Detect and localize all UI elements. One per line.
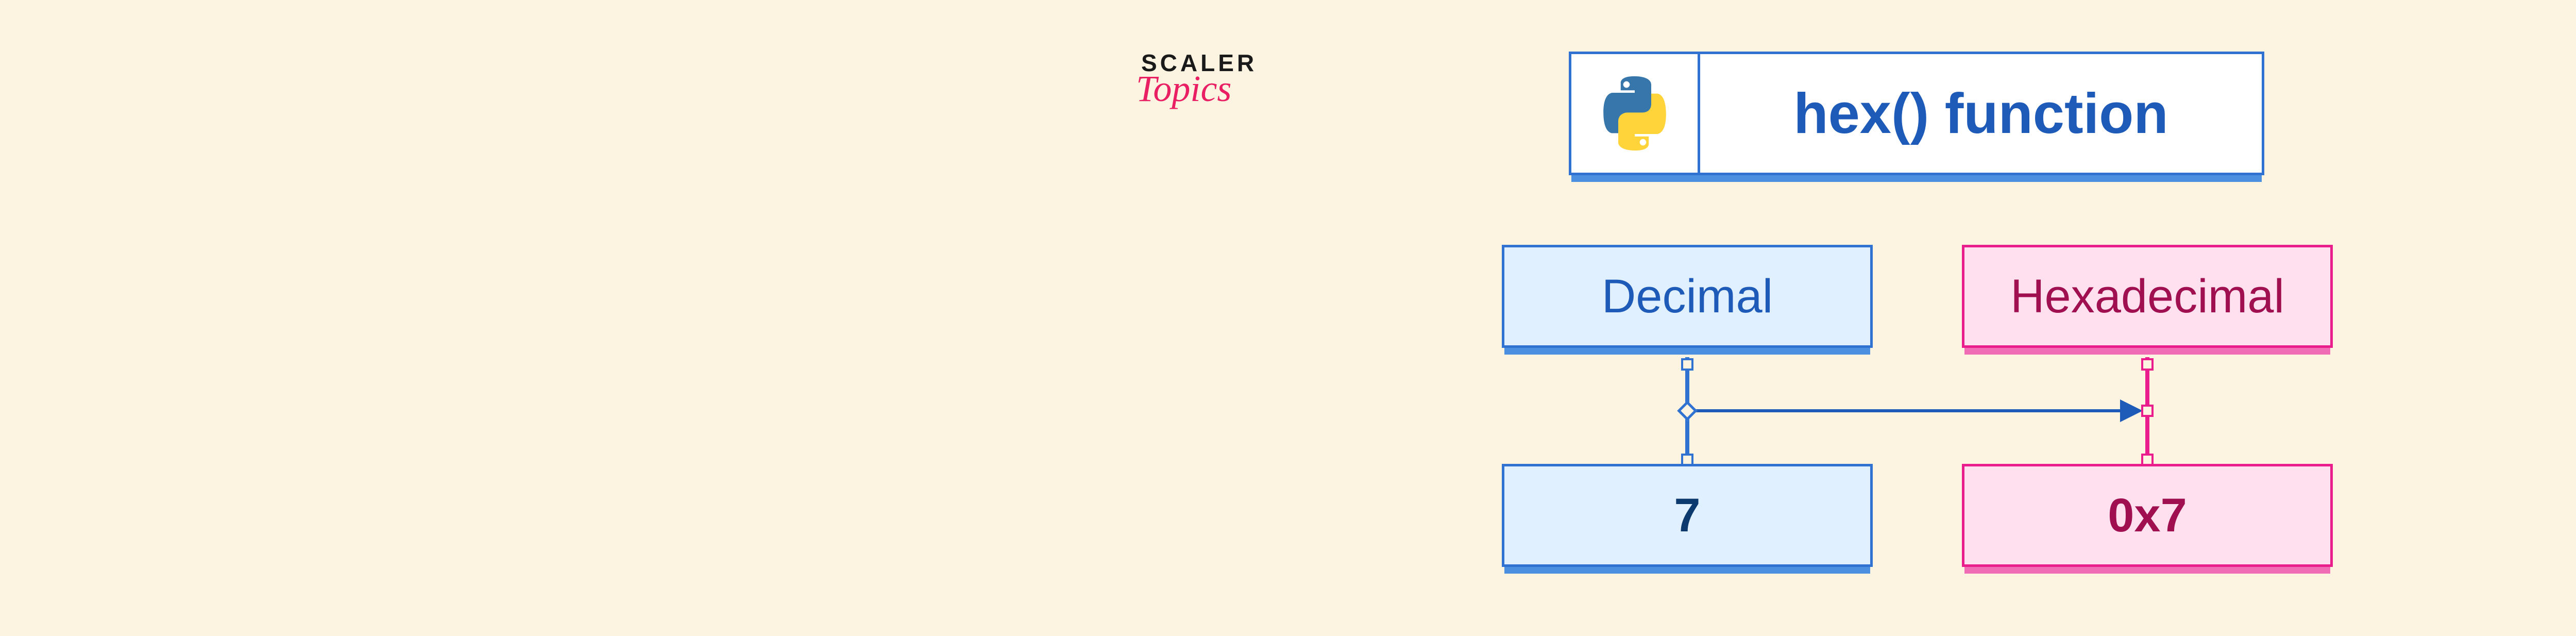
hex-value-text: 0x7 — [2108, 489, 2187, 543]
hex-label-text: Hexadecimal — [2010, 270, 2284, 324]
connector-diamond-icon — [1677, 400, 1698, 421]
arrow-line — [1694, 409, 2126, 412]
hex-label-box: Hexadecimal — [1962, 245, 2333, 348]
decimal-label-text: Decimal — [1602, 270, 1773, 324]
header-title: hex() function — [1700, 81, 2262, 146]
arrow-head-icon — [2120, 399, 2143, 422]
header-box: hex() function — [1569, 52, 2264, 175]
connector-node-icon — [2141, 358, 2154, 371]
connector-node-icon — [2141, 454, 2154, 466]
decimal-value-text: 7 — [1674, 489, 1700, 543]
connector-node-icon — [1681, 454, 1693, 466]
connector-node-icon — [1681, 358, 1693, 371]
scaler-topics-logo: SCALER Topics — [1141, 49, 1257, 110]
python-logo-container — [1571, 54, 1700, 173]
decimal-label-box: Decimal — [1502, 245, 1873, 348]
python-logo-icon — [1594, 72, 1676, 155]
hex-value-box: 0x7 — [1962, 464, 2333, 567]
decimal-value-box: 7 — [1502, 464, 1873, 567]
connector-node-icon — [2141, 405, 2154, 417]
